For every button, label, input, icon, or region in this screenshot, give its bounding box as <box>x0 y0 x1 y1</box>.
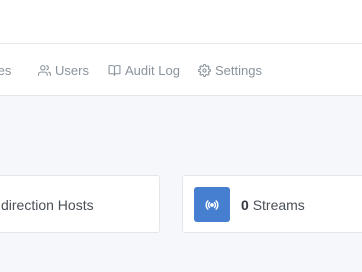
nav-item-users-label: Users <box>55 62 89 78</box>
redirection-hosts-card[interactable]: direction Hosts <box>0 175 160 233</box>
nav-item-hosts[interactable]: tes <box>0 44 11 96</box>
streams-count: 0 <box>241 197 249 213</box>
streams-card[interactable]: 0 Streams <box>182 175 362 233</box>
gear-icon <box>198 63 211 77</box>
nav-item-settings[interactable]: Settings <box>198 44 262 96</box>
book-icon <box>108 64 121 76</box>
top-header <box>0 0 362 44</box>
main-nav: tes Users Audit Log Settings <box>0 44 362 96</box>
nav-item-users[interactable]: Users <box>38 44 89 96</box>
redirection-hosts-label: direction Hosts <box>1 197 94 213</box>
streams-icon-box <box>194 187 230 222</box>
users-icon <box>38 64 51 76</box>
radio-signal-icon <box>205 199 219 210</box>
streams-text: 0 Streams <box>241 196 305 214</box>
nav-item-audit-log[interactable]: Audit Log <box>108 44 180 96</box>
nav-item-audit-log-label: Audit Log <box>125 62 180 78</box>
nav-item-settings-label: Settings <box>215 62 262 78</box>
nav-item-hosts-label: tes <box>0 62 12 78</box>
streams-label: Streams <box>252 197 305 213</box>
